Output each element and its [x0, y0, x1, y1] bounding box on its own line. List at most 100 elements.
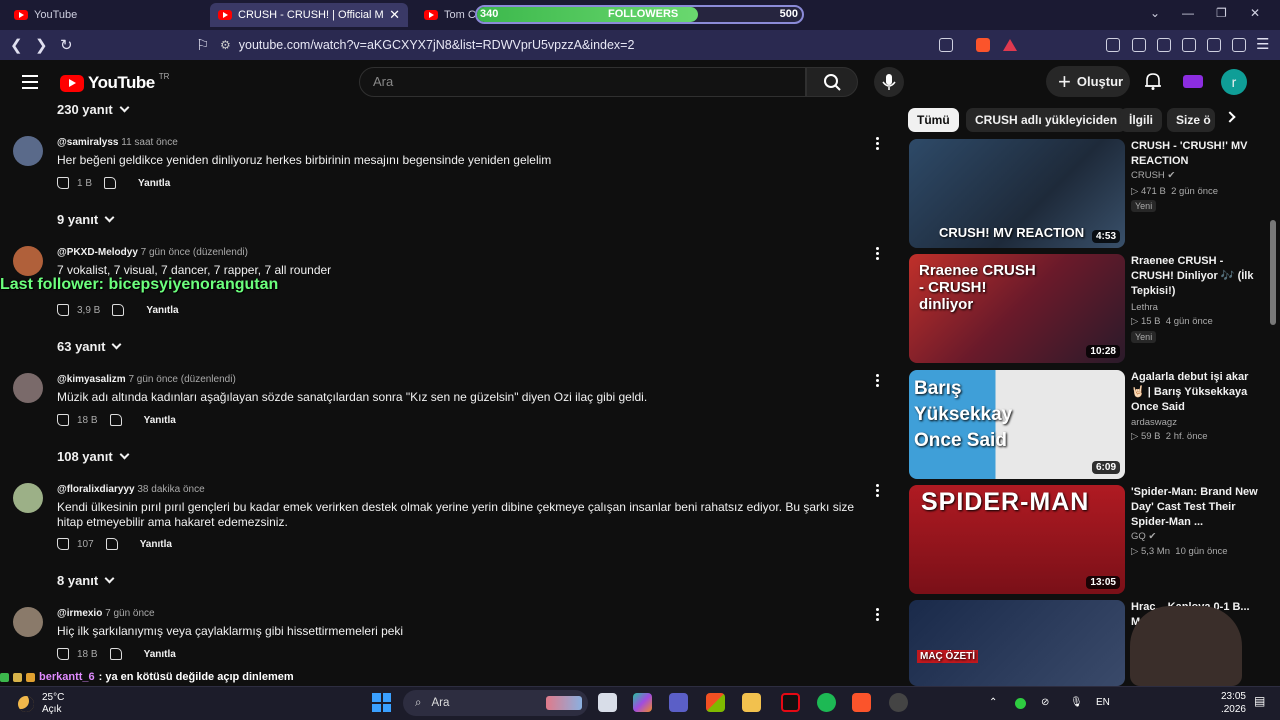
comment-author[interactable]: @floralixdiaryyy: [57, 484, 135, 495]
replies-toggle[interactable]: 63 yanıt: [57, 339, 122, 354]
like-icon[interactable]: [57, 304, 69, 316]
like-icon[interactable]: [57, 414, 69, 426]
dislike-icon[interactable]: [109, 414, 122, 426]
extensions-icon[interactable]: [1106, 38, 1120, 52]
comment-time[interactable]: 7 gün önce (düzenlendi): [141, 247, 248, 258]
video-title[interactable]: Agalarla debut işi akar 🤘🏻 | Barış Yükse…: [1131, 370, 1261, 415]
reply-button[interactable]: Yanıtla: [146, 305, 178, 316]
replies-toggle[interactable]: 8 yanıt: [57, 573, 115, 588]
comment-time[interactable]: 7 gün önce (düzenlendi): [128, 374, 235, 385]
twitch-extension-icon[interactable]: [1183, 75, 1203, 88]
tab-crush-video[interactable]: CRUSH - CRUSH! | Official Music ✕: [210, 3, 408, 27]
site-info-icon[interactable]: ⚙: [220, 38, 231, 52]
like-icon[interactable]: [57, 648, 69, 660]
netflix-icon[interactable]: [781, 693, 800, 712]
close-window-icon[interactable]: ✕: [1250, 6, 1260, 20]
comment-menu-icon[interactable]: [876, 137, 880, 152]
tab-youtube[interactable]: YouTube: [6, 3, 206, 27]
video-channel[interactable]: Lethra: [1131, 302, 1158, 313]
comment-menu-icon[interactable]: [876, 247, 880, 262]
address-bar[interactable]: ⚙ youtube.com/watch?v=aKGCXYX7jN8&list=R…: [220, 34, 1030, 56]
search-input[interactable]: Ara: [359, 67, 806, 97]
video-thumbnail[interactable]: SPIDER-MAN 13:05: [909, 485, 1125, 594]
copilot-icon[interactable]: [633, 693, 652, 712]
comment-time[interactable]: 7 gün önce: [105, 608, 155, 619]
dislike-icon[interactable]: [112, 304, 125, 316]
comment-author[interactable]: @PKXD-Melodyy: [57, 247, 138, 258]
forward-icon[interactable]: ❯: [35, 36, 48, 54]
video-title[interactable]: 'Spider-Man: Brand New Day' Cast Test Th…: [1131, 485, 1261, 530]
video-title[interactable]: CRUSH - 'CRUSH!' MV REACTION: [1131, 139, 1261, 169]
video-channel[interactable]: GQ ✔: [1131, 531, 1156, 542]
sidebar-icon[interactable]: [1157, 38, 1171, 52]
brave-shields-icon[interactable]: [976, 38, 990, 52]
comment-time[interactable]: 11 saat önce: [121, 137, 178, 148]
comment-menu-icon[interactable]: [876, 484, 880, 499]
status-dot-icon[interactable]: [1015, 698, 1026, 709]
back-icon[interactable]: ❮: [10, 36, 23, 54]
search-button[interactable]: [806, 67, 858, 97]
replies-toggle[interactable]: 230 yanıt: [57, 102, 130, 117]
chevron-right-icon[interactable]: [1224, 111, 1236, 123]
comment-menu-icon[interactable]: [876, 374, 880, 389]
task-view-icon[interactable]: [598, 693, 617, 712]
comment-author[interactable]: @irmexio: [57, 608, 102, 619]
comment-time[interactable]: 38 dakika önce: [137, 484, 204, 495]
minimize-icon[interactable]: —: [1182, 6, 1194, 20]
taskbar-search[interactable]: ⌕ Ara: [403, 690, 588, 716]
bookmark-icon[interactable]: ⚐: [196, 36, 209, 54]
voice-search-button[interactable]: [874, 67, 904, 97]
youtube-logo[interactable]: YouTube TR: [60, 72, 169, 93]
avatar[interactable]: [13, 607, 43, 637]
teams-icon[interactable]: [669, 693, 688, 712]
chip-for-you[interactable]: Size ö: [1167, 108, 1215, 132]
weather-widget[interactable]: 25°C Açık: [18, 692, 64, 716]
notification-center-icon[interactable]: ▤: [1254, 694, 1265, 708]
video-thumbnail[interactable]: Barış Yüksekkay Once Said 6:09: [909, 370, 1125, 479]
leo-ai-icon[interactable]: [1207, 38, 1221, 52]
browser-menu-icon[interactable]: ☰: [1256, 35, 1269, 53]
reply-button[interactable]: Yanıtla: [138, 178, 170, 189]
avatar[interactable]: [13, 136, 43, 166]
dislike-icon[interactable]: [109, 648, 122, 660]
cast-icon[interactable]: [939, 38, 953, 52]
language-indicator[interactable]: EN: [1096, 697, 1110, 708]
like-icon[interactable]: [57, 538, 69, 550]
start-button[interactable]: [372, 693, 391, 712]
obs-icon[interactable]: [889, 693, 908, 712]
video-thumbnail[interactable]: Rraenee CRUSH - CRUSH! dinliyor 10:28: [909, 254, 1125, 363]
vpn-icon[interactable]: [1232, 38, 1246, 52]
network-icon[interactable]: ⊘: [1041, 697, 1049, 708]
guide-menu-icon[interactable]: [22, 75, 38, 93]
spotify-icon[interactable]: [817, 693, 836, 712]
video-thumbnail[interactable]: CRUSH! MV REACTION 4:53: [909, 139, 1125, 248]
microphone-tray-icon[interactable]: 🎙: [1070, 697, 1083, 708]
avatar[interactable]: [13, 246, 43, 276]
chip-all[interactable]: Tümü: [908, 108, 959, 132]
reply-button[interactable]: Yanıtla: [140, 539, 172, 550]
tab-list-chevron-icon[interactable]: ⌄: [1150, 6, 1160, 20]
avatar[interactable]: [13, 483, 43, 513]
comment-author[interactable]: @samiralyss: [57, 137, 118, 148]
video-title[interactable]: Rraenee CRUSH - CRUSH! Dinliyor 🎶 (İlk T…: [1131, 254, 1261, 299]
restore-icon[interactable]: ❐: [1216, 6, 1227, 20]
reload-icon[interactable]: ↻: [60, 36, 73, 54]
video-thumbnail[interactable]: MAÇ ÖZETİ: [909, 600, 1125, 686]
chip-related[interactable]: İlgili: [1120, 108, 1162, 132]
media-icon[interactable]: [1132, 38, 1146, 52]
replies-toggle[interactable]: 108 yanıt: [57, 449, 130, 464]
like-icon[interactable]: [57, 177, 69, 189]
dislike-icon[interactable]: [104, 177, 117, 189]
dislike-icon[interactable]: [105, 538, 118, 550]
reply-button[interactable]: Yanıtla: [144, 649, 176, 660]
avatar[interactable]: [13, 373, 43, 403]
sidebar-scrollbar[interactable]: [1270, 220, 1276, 325]
close-tab-icon[interactable]: ✕: [389, 7, 400, 23]
brave-rewards-icon[interactable]: [1003, 39, 1017, 51]
comment-menu-icon[interactable]: [876, 608, 880, 623]
video-channel[interactable]: ardaswagz: [1131, 417, 1177, 428]
notifications-bell-icon[interactable]: [1144, 71, 1162, 91]
comment-author[interactable]: @kimyasalizm: [57, 374, 126, 385]
tray-overflow-icon[interactable]: ⌃: [989, 697, 997, 708]
create-button[interactable]: + Oluştur: [1046, 66, 1130, 97]
